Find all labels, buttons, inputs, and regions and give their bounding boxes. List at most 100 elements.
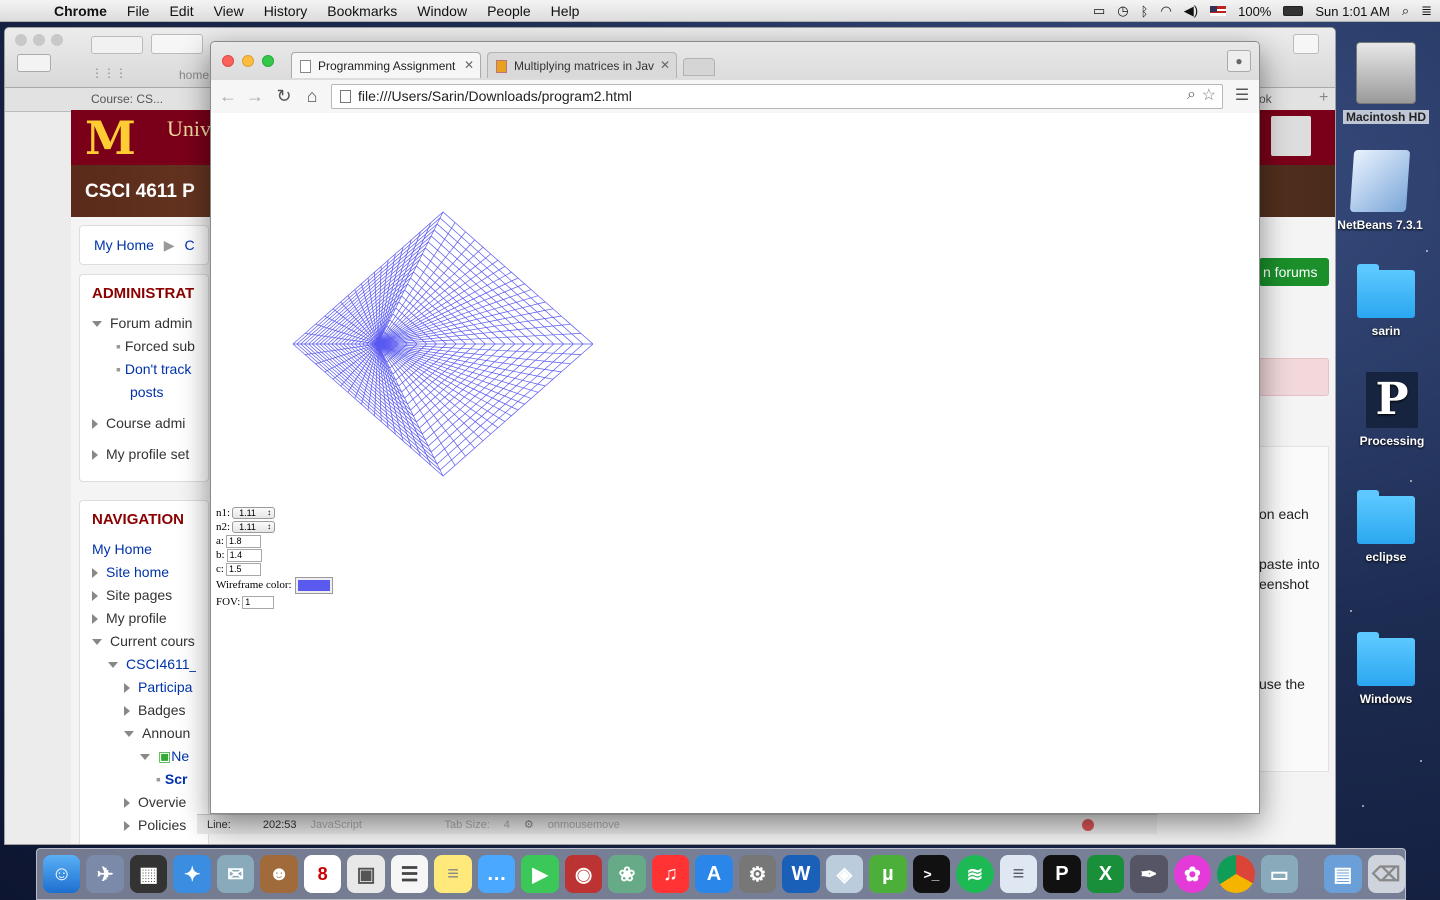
bg-zoom-button[interactable] bbox=[51, 34, 63, 46]
finder-icon[interactable]: ☺ bbox=[43, 855, 81, 893]
language-select[interactable]: JavaScript bbox=[311, 819, 431, 831]
nav-item[interactable]: Overvie bbox=[92, 791, 196, 814]
sidebar-toggle-icon[interactable] bbox=[17, 54, 51, 72]
menu-app-name[interactable]: Chrome bbox=[40, 3, 117, 19]
menu-help[interactable]: Help bbox=[541, 3, 590, 19]
desktop-icon-sarin[interactable]: sarin bbox=[1336, 264, 1436, 338]
bg-tab-course[interactable]: Course: CS... bbox=[91, 92, 163, 106]
processing-dock-icon[interactable]: P bbox=[1043, 855, 1081, 893]
nav-item[interactable]: My profile bbox=[92, 607, 196, 630]
breadcrumb-course[interactable]: C bbox=[184, 237, 194, 253]
menu-file[interactable]: File bbox=[117, 3, 160, 19]
close-tab-icon[interactable]: ✕ bbox=[660, 58, 670, 72]
back-icon[interactable]: ← bbox=[217, 84, 239, 108]
spotify-icon[interactable]: ≋ bbox=[956, 855, 994, 893]
safari-icon[interactable]: ✦ bbox=[173, 855, 211, 893]
applications-folder-icon[interactable]: ▤ bbox=[1324, 855, 1362, 893]
n1-select[interactable]: 1.11 bbox=[232, 507, 276, 519]
notification-center-icon[interactable]: ≣ bbox=[1421, 3, 1432, 19]
close-tab-icon[interactable]: ✕ bbox=[464, 58, 474, 72]
activity-monitor-icon[interactable]: ▦ bbox=[129, 855, 168, 893]
admin-item[interactable]: My profile set bbox=[92, 443, 196, 466]
airplay-icon[interactable]: ▭ bbox=[1093, 3, 1105, 19]
notes-icon[interactable]: ≡ bbox=[434, 855, 472, 893]
nav-item[interactable]: Site pages bbox=[92, 584, 196, 607]
nav-item[interactable]: Policies bbox=[92, 814, 196, 837]
volume-icon[interactable]: ◀) bbox=[1184, 3, 1198, 19]
new-tab-icon[interactable]: + bbox=[1319, 89, 1328, 107]
n2-select[interactable]: 1.11 bbox=[232, 521, 276, 533]
admin-item[interactable]: Forum admin bbox=[92, 312, 196, 335]
forward-icon[interactable]: → bbox=[244, 84, 266, 108]
utorrent-icon[interactable]: µ bbox=[869, 855, 907, 893]
spotlight-icon[interactable]: ⌕ bbox=[1402, 3, 1409, 19]
launchpad-icon[interactable]: ✈ bbox=[86, 855, 124, 893]
wireframe-canvas[interactable] bbox=[291, 210, 611, 510]
flower-app-icon[interactable]: ✿ bbox=[1173, 855, 1212, 893]
tab-programming-assignment[interactable]: Programming Assignment ✕ bbox=[291, 52, 481, 78]
menu-icon[interactable]: ☰ bbox=[1231, 84, 1253, 108]
menu-window[interactable]: Window bbox=[407, 3, 477, 19]
flag-icon[interactable] bbox=[1210, 6, 1227, 16]
bg-minimize-button[interactable] bbox=[33, 34, 45, 46]
bg-back-forward-icon[interactable] bbox=[151, 34, 203, 54]
chrome-icon[interactable] bbox=[1217, 855, 1255, 893]
bookmark-star-icon[interactable]: ☆ bbox=[1202, 85, 1216, 105]
mail-icon[interactable]: ✉ bbox=[216, 855, 255, 893]
desktop-icon-processing[interactable]: P Processing bbox=[1342, 372, 1440, 448]
fov-input[interactable]: 1 bbox=[242, 595, 275, 609]
bg-partial-tab[interactable]: home bbox=[179, 68, 209, 82]
menu-view[interactable]: View bbox=[204, 3, 254, 19]
excel-icon[interactable]: X bbox=[1086, 855, 1125, 893]
profile-icon[interactable]: ● bbox=[1227, 50, 1251, 72]
desktop-icon-windows[interactable]: Windows bbox=[1336, 632, 1436, 706]
download-icon[interactable] bbox=[1293, 34, 1319, 54]
wifi-icon[interactable]: ◠ bbox=[1160, 3, 1171, 19]
app-store-icon[interactable]: A bbox=[695, 855, 733, 893]
user-avatar[interactable] bbox=[1271, 116, 1311, 156]
menu-edit[interactable]: Edit bbox=[159, 3, 203, 19]
nav-item[interactable]: Announ bbox=[92, 722, 196, 745]
tab-size-value[interactable]: 4 bbox=[504, 819, 510, 831]
desktop-icon-macintosh-hd[interactable]: Macintosh HD bbox=[1336, 42, 1436, 124]
tab-multiplying-matrices[interactable]: Multiplying matrices in Jav ✕ bbox=[487, 52, 677, 78]
itunes-icon[interactable]: ♫ bbox=[651, 855, 690, 893]
reminders-icon[interactable]: ☰ bbox=[390, 855, 429, 893]
event-select[interactable]: onmousemove bbox=[548, 819, 1068, 831]
desktop-icon-eclipse[interactable]: eclipse bbox=[1336, 490, 1436, 564]
record-icon[interactable] bbox=[1081, 818, 1094, 831]
menu-people[interactable]: People bbox=[477, 3, 541, 19]
battery-percent[interactable]: 100% bbox=[1238, 4, 1271, 19]
nav-item[interactable]: Participa bbox=[92, 676, 196, 699]
facetime-icon[interactable]: ▶ bbox=[521, 855, 559, 893]
remote-desktop-icon[interactable]: ▭ bbox=[1260, 855, 1299, 893]
bg-close-button[interactable] bbox=[15, 34, 27, 46]
nav-item[interactable]: ▣Ne bbox=[92, 745, 196, 768]
reload-icon[interactable]: ↻ bbox=[273, 84, 295, 108]
b-input[interactable]: 1.4 bbox=[226, 548, 262, 562]
iphoto-icon[interactable]: ❀ bbox=[608, 855, 646, 893]
photo-booth-icon[interactable]: ◉ bbox=[564, 855, 603, 893]
nav-item[interactable]: Site home bbox=[92, 561, 196, 584]
contacts-icon[interactable]: ☻ bbox=[260, 855, 298, 893]
breadcrumb-my-home[interactable]: My Home bbox=[94, 237, 154, 253]
a-input[interactable]: 1.8 bbox=[225, 534, 261, 548]
admin-item[interactable]: posts bbox=[92, 381, 196, 404]
bg-tab-right[interactable]: ok bbox=[1259, 92, 1272, 106]
ink-pen-icon[interactable]: ✒ bbox=[1130, 855, 1168, 893]
c-input[interactable]: 1.5 bbox=[225, 562, 261, 576]
system-preferences-icon[interactable]: ⚙ bbox=[738, 855, 777, 893]
tab-size-label[interactable]: Tab Size: bbox=[445, 819, 490, 831]
zoom-button[interactable] bbox=[262, 55, 274, 67]
netbeans-dock-icon[interactable]: ◈ bbox=[825, 855, 864, 893]
clock[interactable]: Sun 1:01 AM bbox=[1315, 4, 1389, 19]
search-icon[interactable]: ⌕ bbox=[1187, 86, 1196, 104]
home-icon[interactable]: ⌂ bbox=[301, 84, 323, 108]
menu-history[interactable]: History bbox=[254, 3, 318, 19]
desktop-icon-netbeans[interactable]: NetBeans 7.3.1 bbox=[1330, 150, 1430, 232]
gear-icon[interactable]: ⚙ bbox=[524, 818, 534, 831]
textedit-icon[interactable]: ≡ bbox=[999, 855, 1038, 893]
trash-icon[interactable]: ⌫ bbox=[1367, 855, 1406, 893]
bluetooth-icon[interactable]: ᛒ bbox=[1141, 4, 1149, 19]
nav-item[interactable]: ▪ Scr bbox=[92, 768, 196, 791]
